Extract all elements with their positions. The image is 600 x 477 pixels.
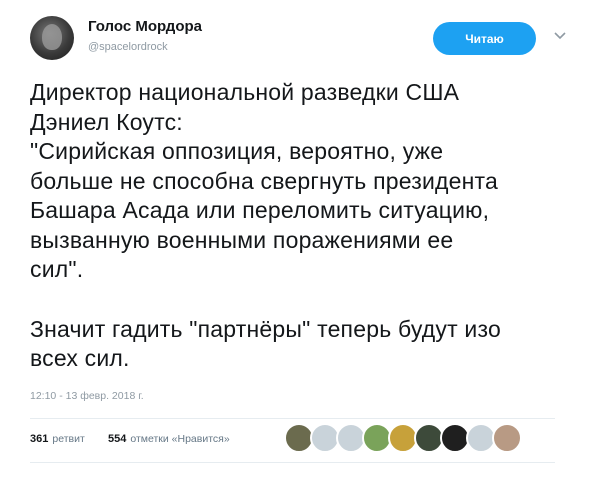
tweet-line: больше не способна свергнуть президента: [30, 167, 498, 194]
likes-label: отметки «Нравится»: [130, 433, 230, 445]
divider: [30, 462, 555, 463]
tweet-line: Башара Асада или переломить ситуацию,: [30, 197, 490, 223]
divider: [30, 418, 555, 419]
likes-stat[interactable]: 554 отметки «Нравится»: [108, 433, 230, 445]
tweet-line: Дэниел Коутс:: [30, 108, 183, 135]
user-handle[interactable]: @spacelordrock: [88, 41, 168, 53]
tweet-header: Голос Мордора @spacelordrock Читаю: [30, 14, 580, 60]
following-button[interactable]: Читаю: [433, 22, 536, 55]
tweet-line: вызванную военными поражениями ее: [30, 226, 454, 253]
liker-avatar[interactable]: [492, 423, 522, 453]
avatar-figure: [42, 24, 62, 50]
retweets-stat[interactable]: 361 ретвит: [30, 433, 85, 445]
tweet-timestamp[interactable]: 12:10 - 13 февр. 2018 г.: [30, 390, 144, 402]
tweet-stats: 361 ретвит 554 отметки «Нравится»: [30, 420, 570, 460]
retweets-count: 361: [30, 433, 49, 445]
tweet-line: Значит гадить "партнёры" теперь будут из…: [30, 315, 501, 342]
tweet-line: сил".: [30, 256, 84, 282]
tweet-line: Директор национальной разведки США: [30, 79, 460, 105]
tweet-line: "Сирийская оппозиция, вероятно, уже: [30, 138, 444, 164]
user-avatar[interactable]: [30, 16, 74, 60]
tweet-text: Директор национальной разведки США Дэние…: [30, 78, 580, 374]
user-display-name[interactable]: Голос Мордора: [88, 18, 202, 35]
tweet-line: всех сил.: [30, 345, 130, 371]
chevron-down-icon[interactable]: [553, 28, 567, 42]
likes-count: 554: [108, 433, 127, 445]
retweets-label: ретвит: [52, 433, 85, 445]
